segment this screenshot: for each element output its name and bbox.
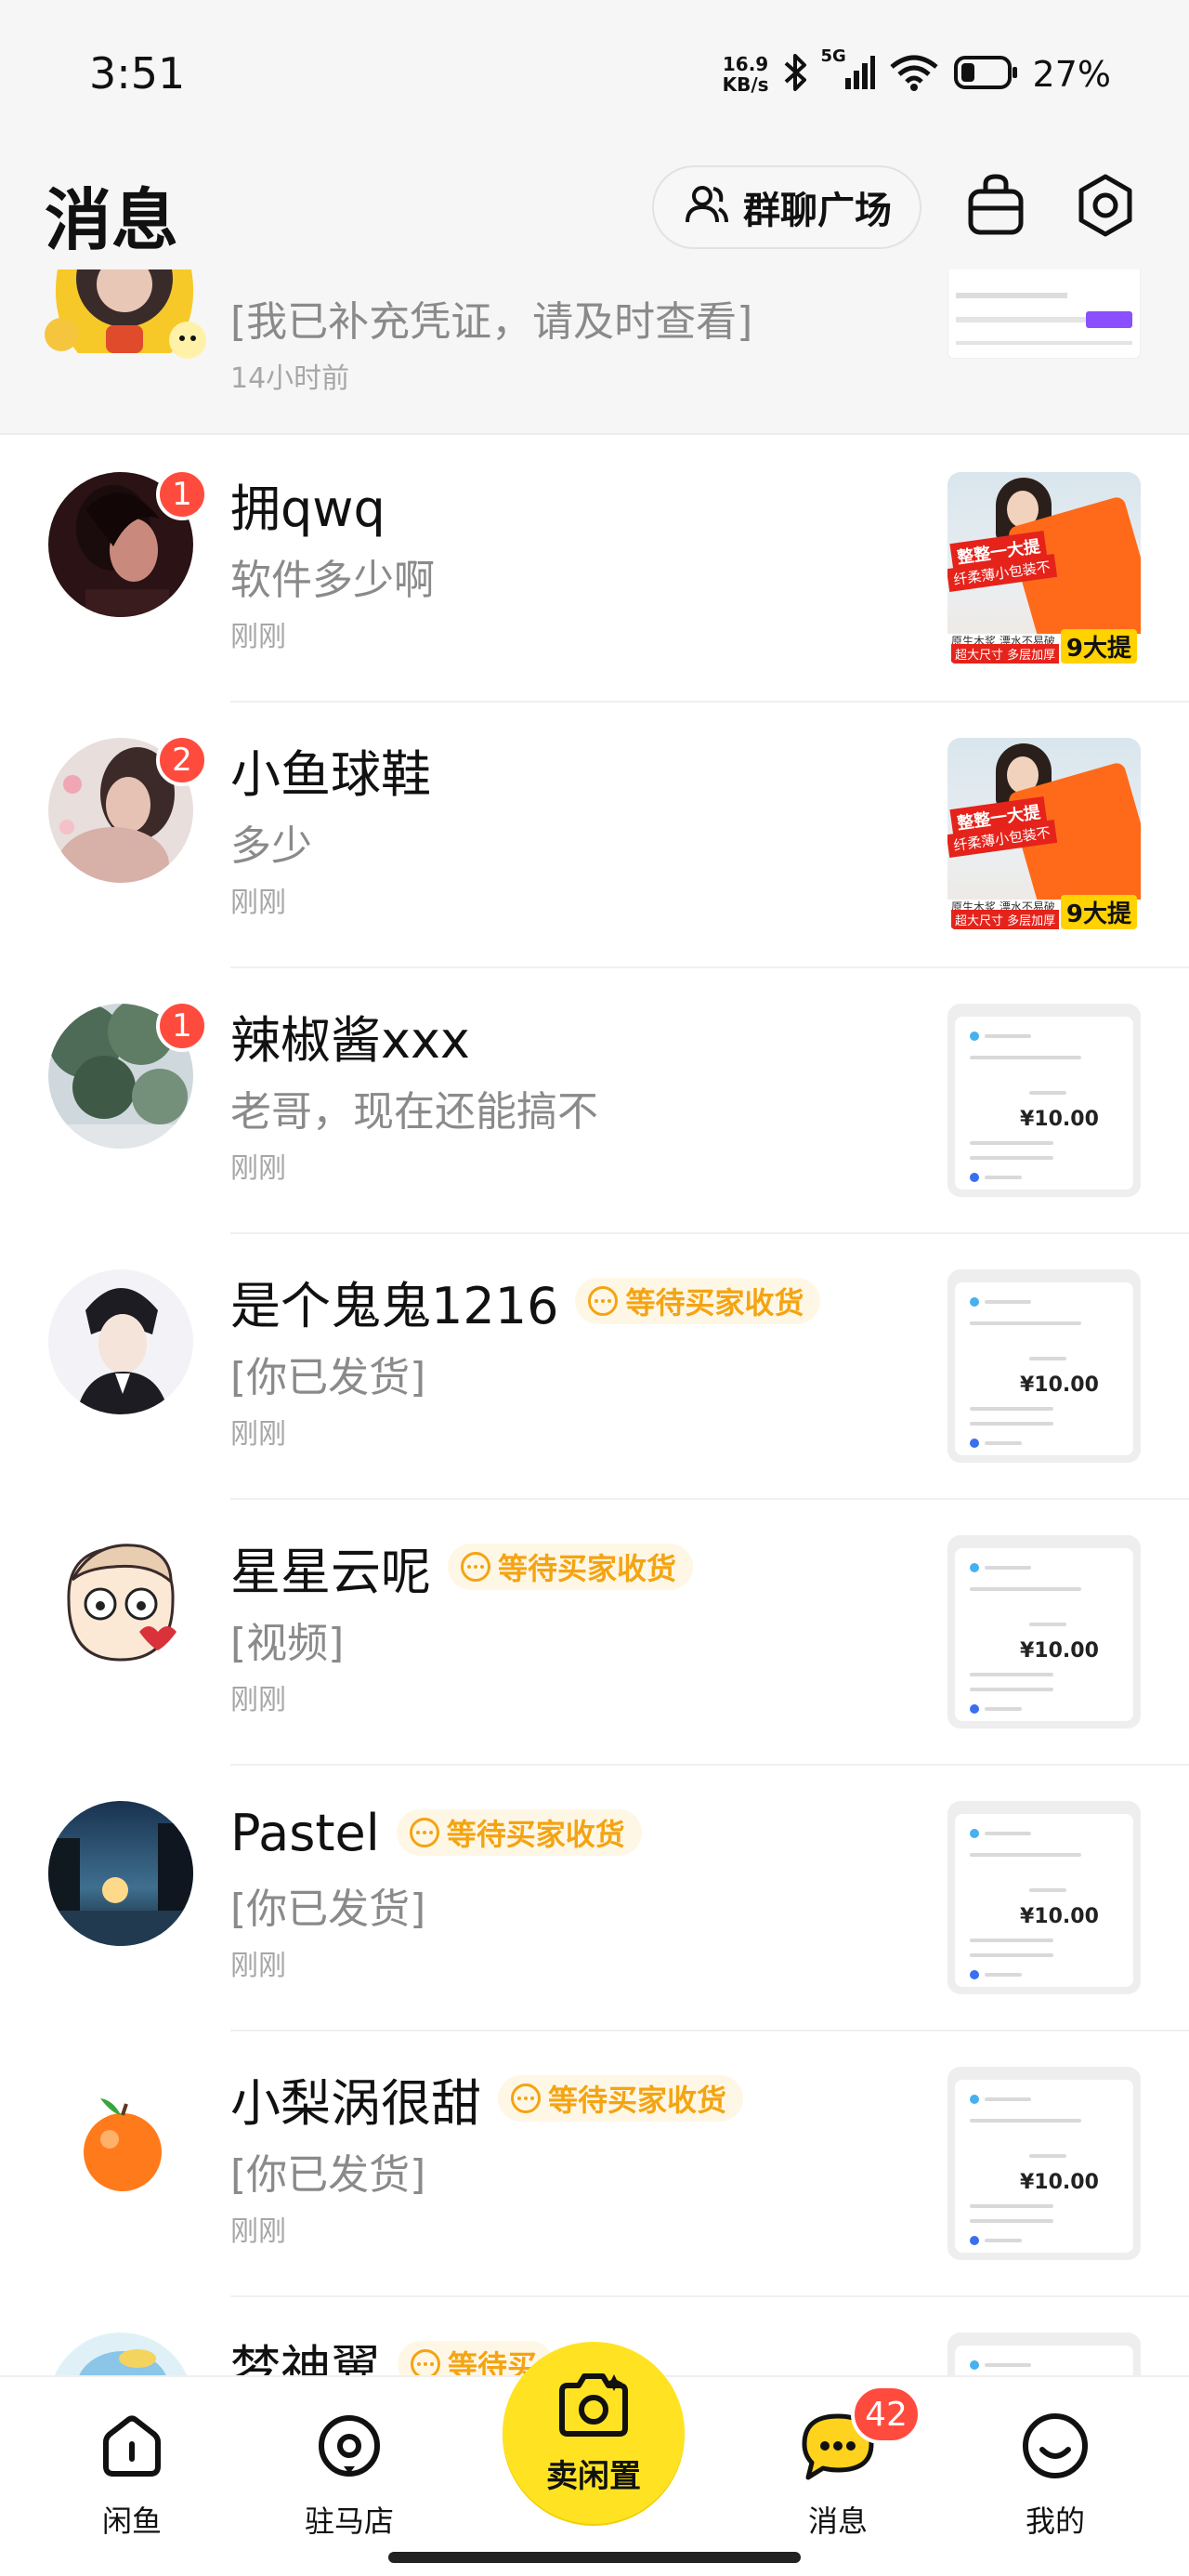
- message-preview: [你已发货]: [230, 1886, 426, 1933]
- name-row: 拥qwq: [230, 470, 385, 538]
- sell-label: 卖闲置: [546, 2457, 641, 2495]
- name-row: Pastel 等待买家收货: [230, 1799, 642, 1866]
- item-thumbnail: ¥10.00: [947, 2067, 1141, 2260]
- message-preview: 软件多少啊: [230, 557, 435, 604]
- sell-button[interactable]: 卖闲置: [503, 2342, 685, 2524]
- pending-icon: [511, 2083, 541, 2113]
- conversation-item[interactable]: 星星云呢 等待买家收货 [视频] 刚刚 ¥10.00: [0, 1500, 1189, 1766]
- name-row: 小梨涡很甜 等待买家收货: [230, 2065, 744, 2133]
- item-thumbnail: ¥10.00: [947, 1535, 1141, 1728]
- message-time: 刚刚: [230, 1418, 286, 1451]
- name-row: 小鱼球鞋: [230, 736, 431, 804]
- message-preview: [我已补充凭证，请及时查看]: [230, 298, 753, 346]
- message-time: 刚刚: [230, 887, 286, 919]
- item-thumbnail: 整整一大提 纤柔薄小包装不 原生木浆 漂水不易破 超大尺寸 多层加厚 9大提: [947, 738, 1141, 931]
- messages-count-badge: 42: [851, 2385, 921, 2444]
- item-thumbnail: [947, 269, 1141, 359]
- unread-badge: 1: [156, 468, 208, 520]
- group-plaza-button[interactable]: 群聊广场: [652, 165, 921, 249]
- message-time: 14小时前: [230, 362, 350, 395]
- wifi-icon: [888, 52, 940, 97]
- contact-name: 拥qwq: [230, 479, 385, 538]
- avatar: [41, 269, 208, 367]
- item-thumbnail: ¥10.00: [947, 1269, 1141, 1463]
- conversation-item[interactable]: 小梨涡很甜 等待买家收货 [你已发货] 刚刚 ¥10.00: [0, 2031, 1189, 2297]
- nav-home[interactable]: 闲鱼: [58, 2411, 206, 2541]
- status-badge: 等待买家收货: [575, 1278, 821, 1324]
- status-badge: 等待买家收货: [498, 2075, 744, 2122]
- avatar: [48, 1535, 193, 1680]
- camera-icon: [555, 2371, 633, 2443]
- name-row: 辣椒酱xxx: [230, 1002, 470, 1070]
- message-time: 刚刚: [230, 1152, 286, 1185]
- message-preview: 多少: [230, 822, 312, 870]
- contact-name: 是个鬼鬼1216: [230, 1276, 559, 1335]
- net-speed: 16.9 KB/s: [722, 53, 769, 96]
- message-preview: [你已发货]: [230, 1354, 426, 1401]
- conversation-item-partial[interactable]: [我已补充凭证，请及时查看] 14小时前: [0, 269, 1189, 435]
- contact-name: 小梨涡很甜: [230, 2073, 481, 2133]
- message-time: 刚刚: [230, 1684, 286, 1716]
- avatar: [48, 1801, 193, 1946]
- pending-icon: [461, 1552, 490, 1582]
- user-group-icon: [682, 181, 730, 233]
- page-title: 消息: [45, 181, 179, 259]
- conversation-item[interactable]: 1 拥qwq 软件多少啊 刚刚 整整一大提 纤柔薄小包装不 原生木浆 漂水不易破…: [0, 437, 1189, 703]
- unread-badge: 1: [156, 1000, 208, 1052]
- nav-me-label: 我的: [1025, 2504, 1085, 2539]
- nav-store[interactable]: 驻马店: [275, 2411, 424, 2541]
- conversation-item[interactable]: 1 辣椒酱xxx 老哥，现在还能搞不 刚刚 ¥10.00: [0, 968, 1189, 1234]
- status-badge: 等待买家收货: [448, 1544, 694, 1590]
- conversation-list: 1 拥qwq 软件多少啊 刚刚 整整一大提 纤柔薄小包装不 原生木浆 漂水不易破…: [0, 437, 1189, 2563]
- status-bar: 3:51 16.9 KB/s 5G 27%: [0, 0, 1189, 149]
- signal-icon: 5G: [821, 46, 875, 97]
- bag-button[interactable]: [962, 167, 1029, 247]
- avatar: [48, 1269, 193, 1414]
- status-badge: 等待买家收货: [396, 1809, 642, 1856]
- contact-name: 星星云呢: [230, 1542, 431, 1601]
- status-icons: 16.9 KB/s 5G 27%: [722, 46, 1111, 100]
- name-row: 星星云呢 等待买家收货: [230, 1533, 694, 1601]
- group-plaza-label: 群聊广场: [743, 190, 892, 232]
- home-indicator[interactable]: [388, 2552, 801, 2563]
- item-thumbnail: ¥10.00: [947, 1801, 1141, 1994]
- nav-home-label: 闲鱼: [101, 2504, 162, 2539]
- nav-me[interactable]: 我的: [981, 2411, 1130, 2541]
- conversation-item[interactable]: 是个鬼鬼1216 等待买家收货 [你已发货] 刚刚 ¥10.00: [0, 1234, 1189, 1500]
- pending-icon: [409, 1818, 439, 1847]
- status-time: 3:51: [89, 48, 186, 99]
- unread-badge: 2: [156, 734, 208, 786]
- contact-name: 小鱼球鞋: [230, 744, 431, 804]
- item-thumbnail: 整整一大提 纤柔薄小包装不 原生木浆 漂水不易破 超大尺寸 多层加厚 9大提: [947, 472, 1141, 665]
- contact-name: Pastel: [230, 1803, 380, 1862]
- smile-icon: [1020, 2411, 1091, 2485]
- header: 消息 群聊广场: [0, 149, 1189, 269]
- location-icon: [314, 2411, 385, 2485]
- message-time: 刚刚: [230, 621, 286, 653]
- nav-store-label: 驻马店: [304, 2504, 394, 2539]
- bottom-nav: 闲鱼 驻马店 卖闲置 消息 42 我的: [0, 2342, 1189, 2576]
- bluetooth-icon: [782, 52, 810, 97]
- battery-icon: [953, 54, 1020, 95]
- settings-button[interactable]: [1068, 167, 1143, 247]
- message-time: 刚刚: [230, 1950, 286, 1982]
- pending-icon: [588, 1286, 619, 1316]
- gear-icon: [1073, 173, 1138, 242]
- message-preview: [你已发货]: [230, 2151, 426, 2199]
- message-preview: [视频]: [230, 1620, 345, 1667]
- nav-messages-label: 消息: [807, 2504, 868, 2539]
- bag-icon: [965, 173, 1026, 242]
- name-row: 是个鬼鬼1216 等待买家收货: [230, 1268, 821, 1335]
- home-icon: [97, 2411, 167, 2485]
- contact-name: 辣椒酱xxx: [230, 1010, 470, 1070]
- conversation-item[interactable]: Pastel 等待买家收货 [你已发货] 刚刚 ¥10.00: [0, 1766, 1189, 2031]
- avatar: [48, 2067, 193, 2212]
- item-thumbnail: ¥10.00: [947, 1004, 1141, 1197]
- conversation-item[interactable]: 2 小鱼球鞋 多少 刚刚 整整一大提 纤柔薄小包装不 原生木浆 漂水不易破 超大…: [0, 703, 1189, 968]
- battery-percent: 27%: [1032, 54, 1111, 95]
- message-time: 刚刚: [230, 2215, 286, 2248]
- message-preview: 老哥，现在还能搞不: [230, 1088, 598, 1136]
